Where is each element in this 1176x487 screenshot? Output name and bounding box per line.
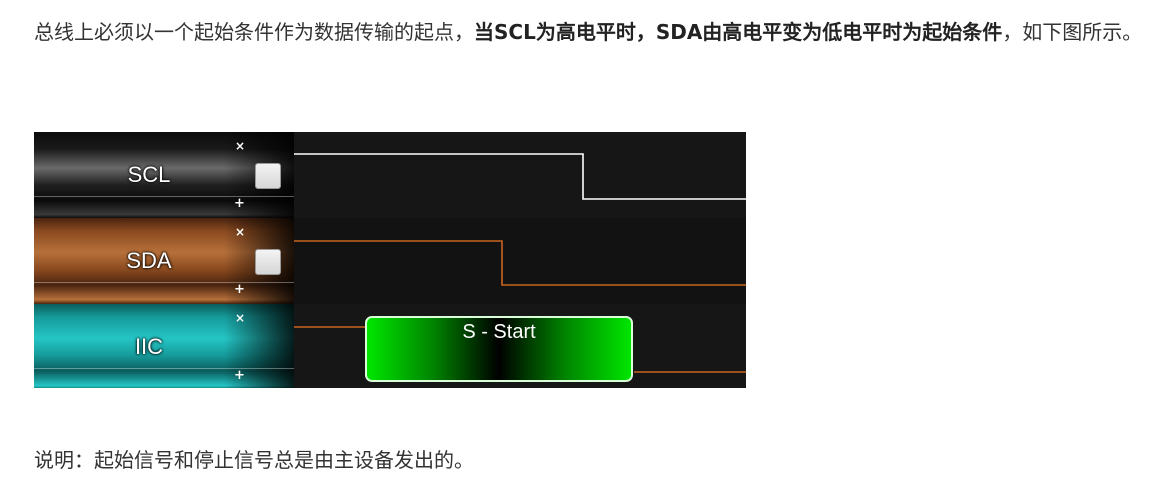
lane-iic-divider: [34, 368, 294, 369]
lane-sda-remove-icon[interactable]: ×: [235, 225, 245, 239]
intro-paragraph: 总线上必须以一个起始条件作为数据传输的起点，当SCL为高电平时，SDA由高电平变…: [34, 12, 1169, 53]
start-condition-label: S - Start: [462, 321, 536, 343]
lane-iic-label-panel: × IIC +: [34, 304, 294, 388]
start-condition-frame[interactable]: S - Start: [365, 316, 633, 382]
lane-iic-remove-icon[interactable]: ×: [235, 311, 245, 325]
lane-sda-label-panel: × SDA +: [34, 218, 294, 304]
lane-sda-name: SDA: [126, 248, 172, 273]
note-paragraph: 说明：起始信号和停止信号总是由主设备发出的。: [34, 448, 474, 472]
lane-scl-name: SCL: [127, 162, 171, 187]
lane-sda-divider: [34, 282, 294, 283]
lane-scl-remove-icon[interactable]: ×: [235, 139, 245, 153]
logic-analyzer-figure: × SCL + × SDA + × IIC + S - Start: [34, 132, 746, 388]
intro-text-bold: 当SCL为高电平时，SDA由高电平变为低电平时为起始条件: [474, 20, 1003, 44]
lane-sda-checkbox[interactable]: [255, 249, 281, 275]
lane-iic-name: IIC: [134, 334, 164, 359]
intro-text-lead: 总线上必须以一个起始条件作为数据传输的起点，: [34, 20, 474, 44]
intro-text-tail: ，如下图所示。: [1002, 20, 1143, 44]
lane-sda-add-icon[interactable]: +: [234, 282, 245, 297]
lane-scl-label-panel: × SCL +: [34, 132, 294, 218]
lane-scl-divider: [34, 196, 294, 197]
lane-scl-add-icon[interactable]: +: [234, 196, 245, 211]
lane-scl-checkbox[interactable]: [255, 163, 281, 189]
lane-iic-add-icon[interactable]: +: [234, 368, 245, 383]
